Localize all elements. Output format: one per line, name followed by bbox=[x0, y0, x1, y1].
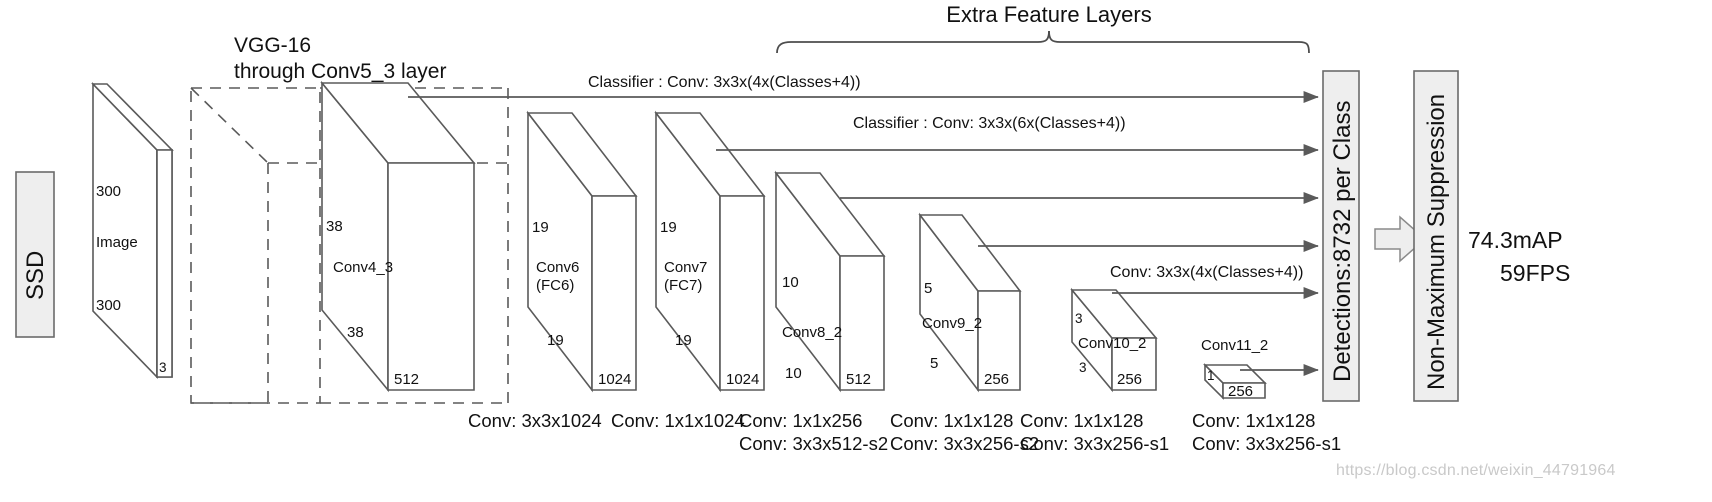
conv8-2-name: Conv8_2 bbox=[782, 324, 842, 341]
fps-metric-label: 59FPS bbox=[1500, 260, 1570, 286]
conv8-2-dim-top: 10 bbox=[782, 274, 799, 291]
conv9-2-dim-top: 5 bbox=[924, 280, 932, 297]
conv10-2-name: Conv10_2 bbox=[1078, 335, 1146, 352]
conv8-2-dim-bottom: 10 bbox=[785, 365, 802, 382]
input-name-label: Image bbox=[96, 234, 138, 251]
conv6-name-line2: (FC6) bbox=[536, 277, 574, 294]
conv7-name-line2: (FC7) bbox=[664, 277, 702, 294]
caption-conv10-2-row2: Conv: 3x3x256-s1 bbox=[1192, 433, 1341, 454]
block-conv6 bbox=[526, 110, 638, 393]
conv11-2-channels: 256 bbox=[1228, 383, 1253, 400]
caption-conv9-2-row2: Conv: 3x3x256-s1 bbox=[1020, 433, 1169, 454]
conv8-2-channels: 512 bbox=[846, 371, 871, 388]
vgg16-title-line2: through Conv5_3 layer bbox=[234, 60, 446, 83]
block-conv4-3 bbox=[320, 80, 476, 393]
conv4-3-dim-top: 38 bbox=[326, 218, 343, 235]
block-conv7 bbox=[654, 110, 766, 393]
conv10-2-dim-top: 3 bbox=[1075, 311, 1083, 326]
watermark-text: https://blog.csdn.net/weixin_44791964 bbox=[1336, 462, 1616, 479]
conv9-2-channels: 256 bbox=[984, 371, 1009, 388]
ssd-architecture-figure: SSD 300 Image 300 3 VGG-16 through Conv5… bbox=[0, 0, 1712, 502]
classifier-6box-label: Classifier : Conv: 3x3x(6x(Classes+4)) bbox=[853, 115, 1126, 132]
caption-conv7-row1: Conv: 1x1x256 bbox=[739, 410, 862, 431]
conv4-3-name: Conv4_3 bbox=[333, 259, 393, 276]
caption-conv8-2-row1: Conv: 1x1x128 bbox=[890, 410, 1013, 431]
vgg16-title-line1: VGG-16 bbox=[234, 34, 311, 57]
classifier-4box-label: Classifier : Conv: 3x3x(4x(Classes+4)) bbox=[588, 74, 861, 91]
conv7-name-line1: Conv7 bbox=[664, 259, 707, 276]
extra-feature-layers-brace bbox=[776, 30, 1310, 54]
detections-label: Detections:8732 per Class bbox=[1329, 101, 1356, 382]
conv7-channels: 1024 bbox=[726, 371, 759, 388]
caption-conv7-row2: Conv: 3x3x512-s2 bbox=[739, 433, 888, 454]
conv10-2-dim-bottom: 3 bbox=[1079, 360, 1087, 375]
conv4-3-channels: 512 bbox=[394, 371, 419, 388]
conv11-2-dim-top: 1 bbox=[1207, 368, 1215, 383]
input-depth-label: 3 bbox=[159, 360, 167, 375]
conv6-dim-top: 19 bbox=[532, 219, 549, 236]
caption-conv9-2-row1: Conv: 1x1x128 bbox=[1020, 410, 1143, 431]
conv9-2-dim-bottom: 5 bbox=[930, 355, 938, 372]
caption-conv4-3-row1: Conv: 3x3x1024 bbox=[468, 410, 602, 431]
conv6-name-line1: Conv6 bbox=[536, 259, 579, 276]
conv11-2-name: Conv11_2 bbox=[1201, 337, 1268, 354]
nms-label: Non-Maximum Suppression bbox=[1423, 94, 1450, 390]
conv10-2-channels: 256 bbox=[1117, 371, 1142, 388]
caption-conv10-2-row1: Conv: 1x1x128 bbox=[1192, 410, 1315, 431]
caption-conv8-2-row2: Conv: 3x3x256-s2 bbox=[890, 433, 1039, 454]
caption-conv6-row1: Conv: 1x1x1024 bbox=[611, 410, 745, 431]
conv7-dim-top: 19 bbox=[660, 219, 677, 236]
extra-feature-layers-label: Extra Feature Layers bbox=[946, 2, 1151, 27]
map-metric-label: 74.3mAP bbox=[1468, 227, 1563, 253]
conv7-dim-bottom: 19 bbox=[675, 332, 692, 349]
input-image-slab bbox=[91, 82, 174, 379]
conv9-2-name: Conv9_2 bbox=[922, 315, 982, 332]
input-height-label: 300 bbox=[96, 183, 121, 200]
diagram-canvas: SSD 300 Image 300 3 VGG-16 through Conv5… bbox=[15, 2, 1570, 454]
conv6-dim-bottom: 19 bbox=[547, 332, 564, 349]
conv-4box-late-label: Conv: 3x3x(4x(Classes+4)) bbox=[1110, 264, 1303, 281]
conv4-3-dim-bottom: 38 bbox=[347, 324, 364, 341]
input-width-label: 300 bbox=[96, 297, 121, 314]
conv6-channels: 1024 bbox=[598, 371, 631, 388]
ssd-title-label: SSD bbox=[22, 251, 49, 300]
